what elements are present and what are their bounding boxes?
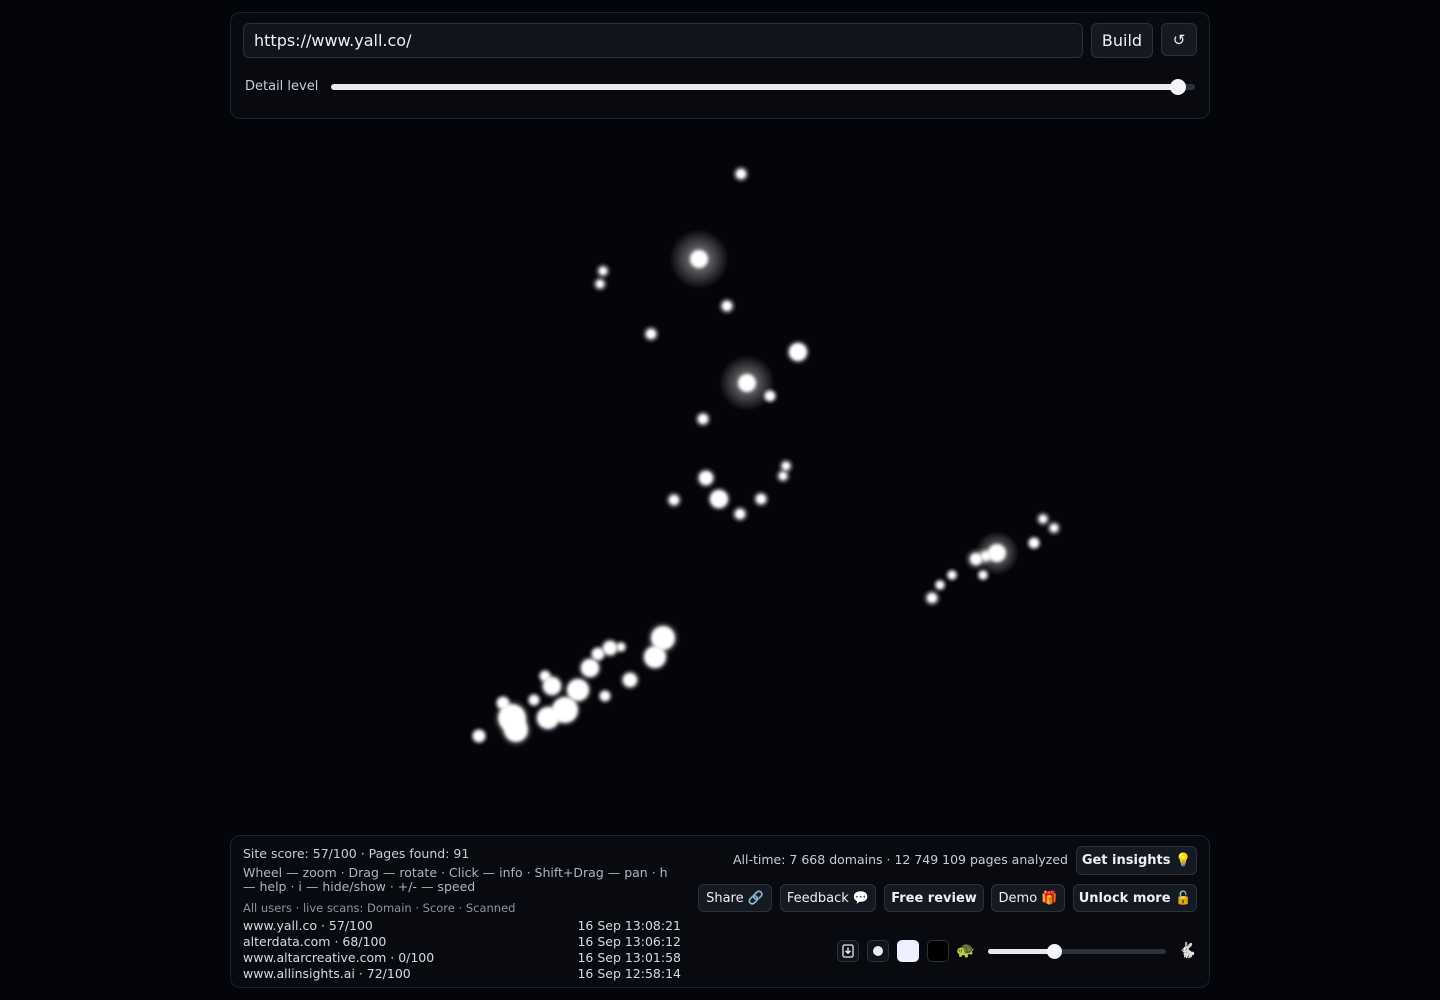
detail-level-thumb[interactable]	[1169, 79, 1186, 95]
graph-node[interactable]	[789, 343, 807, 361]
graph-node[interactable]	[988, 544, 1006, 562]
detail-level-fill	[331, 84, 1178, 90]
scan-domain: www.yall.co · 57/100	[243, 918, 373, 933]
graph-node[interactable]	[738, 374, 756, 392]
graph-node[interactable]	[970, 553, 982, 565]
graph-node[interactable]	[596, 280, 604, 288]
alltime-stats: All-time: 7 668 domains · 12 749 109 pag…	[733, 852, 1068, 867]
graph-node[interactable]	[1039, 515, 1047, 523]
graph-node[interactable]	[623, 673, 637, 687]
dot-icon	[873, 946, 883, 956]
feedback-button[interactable]: Feedback 💬	[780, 884, 876, 912]
share-button[interactable]: Share 🔗	[698, 884, 772, 912]
graph-node[interactable]	[617, 643, 625, 651]
graph-node[interactable]	[699, 471, 713, 485]
graph-node[interactable]	[497, 697, 509, 709]
speed-slider[interactable]	[988, 944, 1166, 959]
reset-button[interactable]: ↺	[1161, 23, 1197, 56]
demo-button[interactable]: Demo 🎁	[991, 884, 1065, 912]
scan-domain: alterdata.com · 68/100	[243, 934, 387, 949]
list-item[interactable]: www.yall.co · 57/100 16 Sep 13:08:21	[243, 918, 681, 934]
build-button[interactable]: Build	[1091, 23, 1153, 58]
graph-node[interactable]	[592, 648, 604, 660]
graph-node[interactable]	[567, 679, 589, 701]
graph-node[interactable]	[1050, 524, 1058, 532]
controls-help: Wheel — zoom · Drag — rotate · Click — i…	[243, 865, 668, 894]
graph-node[interactable]	[599, 267, 607, 275]
top-controls-panel: Build ↺ Detail level	[230, 12, 1210, 119]
graph-node[interactable]	[600, 691, 610, 701]
node-style-dot-button[interactable]	[867, 940, 889, 962]
scan-time: 16 Sep 13:08:21	[577, 918, 681, 933]
graph-node[interactable]	[736, 169, 746, 179]
live-scans-list: www.yall.co · 57/100 16 Sep 13:08:21 alte…	[243, 918, 681, 982]
graph-node[interactable]	[981, 551, 991, 561]
dark-theme-button[interactable]	[927, 940, 949, 962]
scan-time: 16 Sep 13:06:12	[577, 934, 681, 949]
graph-node[interactable]	[782, 462, 790, 470]
speed-thumb[interactable]	[1046, 944, 1062, 959]
graph-node[interactable]	[765, 391, 775, 401]
graph-node[interactable]	[722, 301, 732, 311]
url-input[interactable]	[243, 23, 1083, 58]
detail-level-label: Detail level	[245, 79, 319, 94]
graph-node[interactable]	[698, 414, 708, 424]
list-item[interactable]: www.allinsights.ai · 72/100 16 Sep 12:58:…	[243, 966, 681, 982]
unlock-more-button[interactable]: Unlock more 🔓	[1073, 884, 1197, 912]
graph-node[interactable]	[979, 571, 987, 579]
graph-node[interactable]	[669, 495, 679, 505]
scan-time: 16 Sep 13:01:58	[577, 950, 681, 965]
graph-node[interactable]	[540, 671, 550, 681]
graph-node[interactable]	[779, 472, 787, 480]
graph-node[interactable]	[644, 646, 666, 668]
rabbit-icon: 🐇	[1178, 941, 1197, 959]
free-review-button[interactable]: Free review	[884, 884, 984, 912]
scan-domain: www.altarcreative.com · 0/100	[243, 950, 435, 965]
speed-fill	[988, 949, 1054, 954]
detail-level-slider[interactable]	[331, 79, 1195, 95]
graph-node[interactable]	[936, 581, 944, 589]
graph-node[interactable]	[927, 593, 937, 603]
graph-node[interactable]	[504, 718, 528, 742]
graph-node[interactable]	[537, 707, 559, 729]
light-theme-button[interactable]	[897, 940, 919, 962]
graph-node[interactable]	[948, 571, 956, 579]
graph-node[interactable]	[735, 509, 745, 519]
graph-node[interactable]	[710, 490, 728, 508]
turtle-icon: 🐢	[956, 941, 975, 959]
site-graph-canvas[interactable]	[0, 125, 1440, 825]
list-item[interactable]: alterdata.com · 68/100 16 Sep 13:06:12	[243, 934, 681, 950]
scan-domain: www.allinsights.ai · 72/100	[243, 966, 411, 981]
graph-node[interactable]	[756, 494, 766, 504]
site-summary: Site score: 57/100 · Pages found: 91	[243, 846, 470, 861]
download-icon[interactable]	[837, 940, 859, 962]
graph-node[interactable]	[581, 659, 599, 677]
bottom-info-panel: Site score: 57/100 · Pages found: 91 Whe…	[230, 835, 1210, 988]
live-scans-title: All users · live scans: Domain · Score ·…	[243, 901, 516, 915]
graph-node[interactable]	[473, 730, 485, 742]
graph-node[interactable]	[690, 250, 708, 268]
list-item[interactable]: www.altarcreative.com · 0/100 16 Sep 13:0…	[243, 950, 681, 966]
get-insights-button[interactable]: Get insights 💡	[1076, 846, 1197, 875]
graph-node[interactable]	[529, 695, 539, 705]
download-icon-glyph	[842, 944, 854, 958]
scan-time: 16 Sep 12:58:14	[577, 966, 681, 981]
graph-node[interactable]	[646, 329, 656, 339]
graph-node[interactable]	[1029, 538, 1039, 548]
graph-node[interactable]	[603, 641, 617, 655]
